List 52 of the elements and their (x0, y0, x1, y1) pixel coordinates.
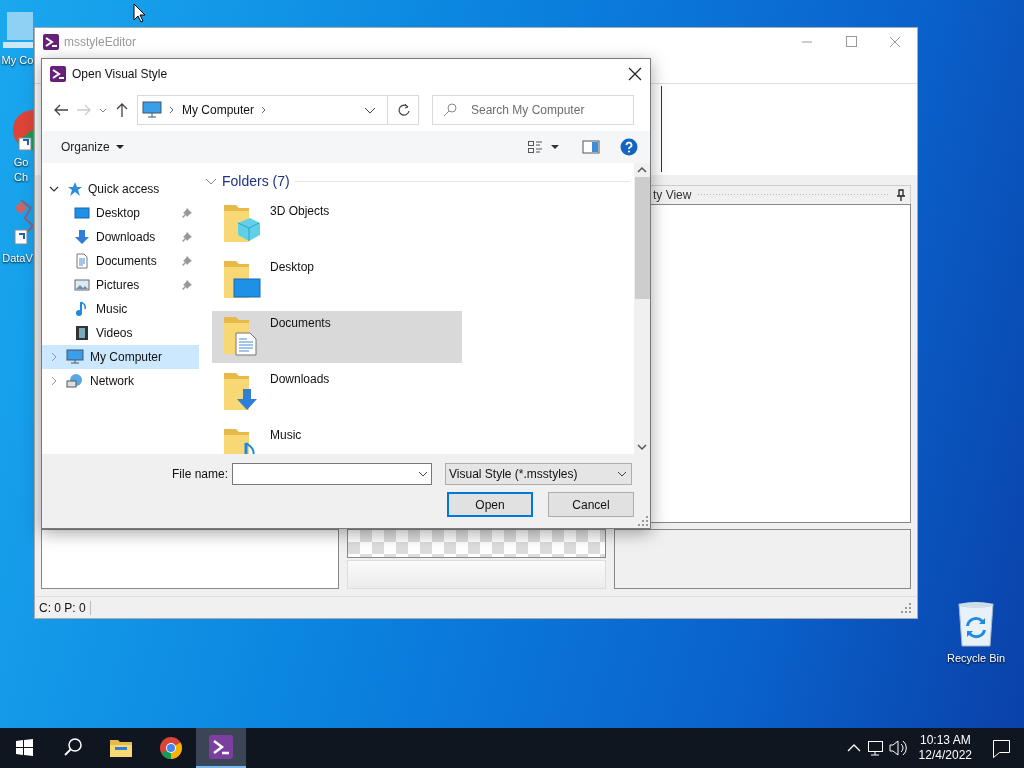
folder-icon (109, 738, 133, 758)
help-icon[interactable] (620, 138, 638, 156)
nav-item[interactable]: Videos (42, 321, 199, 345)
file-name-label: File name: (172, 467, 227, 481)
nav-item[interactable]: Network (42, 369, 199, 393)
group-header[interactable]: Folders (7) (222, 173, 290, 189)
film-icon (74, 325, 90, 341)
nav-item[interactable]: Documents (42, 249, 199, 273)
window-title: msstyleEditor (64, 35, 137, 49)
clock[interactable]: 10:13 AM 12/4/2022 (912, 733, 978, 763)
document-icon (74, 253, 90, 269)
chrome-icon (159, 736, 183, 760)
search-icon (442, 102, 458, 118)
network-icon (66, 373, 84, 389)
address-bar[interactable]: My Computer (137, 95, 419, 125)
panel-title: ty View (653, 188, 692, 202)
hammer-app-button[interactable] (196, 728, 246, 768)
file-name-field[interactable] (232, 463, 432, 485)
folder-item[interactable]: Desktop (212, 255, 462, 307)
file-type-dropdown[interactable]: Visual Style (*.msstyles) (445, 463, 632, 485)
caret-icon (114, 143, 125, 151)
download-arrow-icon (74, 229, 90, 245)
breadcrumb[interactable]: My Computer (182, 103, 255, 117)
folder-item[interactable]: Documents (212, 311, 462, 363)
organize-button[interactable]: Organize (53, 136, 133, 158)
nav-item[interactable]: Music (42, 297, 199, 321)
open-button[interactable]: Open (447, 492, 533, 517)
desktop-icon-label[interactable]: Recycle Bin (946, 651, 1006, 666)
computer-icon (66, 349, 84, 365)
dialog-title: Open Visual Style (72, 67, 168, 81)
nav-item[interactable]: Pictures (42, 273, 199, 297)
refresh-icon[interactable] (396, 102, 412, 118)
status-text: C: 0 P: 0 (39, 600, 91, 615)
star-icon (66, 181, 82, 197)
picture-icon (74, 277, 90, 293)
folder-item[interactable]: Downloads (212, 367, 462, 419)
scrollbar[interactable] (634, 163, 650, 454)
nav-item[interactable]: Downloads (42, 225, 199, 249)
nav-item[interactable]: My Computer (42, 345, 199, 369)
pin-icon[interactable] (896, 189, 906, 201)
folder-item[interactable]: 3D Objects (212, 199, 462, 251)
recycle-bin-icon[interactable] (956, 600, 996, 648)
resize-grip-icon[interactable] (638, 516, 648, 526)
nav-item[interactable]: Desktop (42, 201, 199, 225)
search-field[interactable]: Search My Computer (432, 95, 634, 125)
resize-grip-icon[interactable] (901, 602, 911, 613)
cancel-button[interactable]: Cancel (548, 492, 634, 517)
monitor-icon (74, 205, 90, 221)
computer-icon (142, 101, 162, 119)
cursor-icon (133, 3, 146, 23)
nav-item[interactable]: Quick access (42, 177, 199, 201)
preview-pane-icon[interactable] (582, 140, 600, 154)
